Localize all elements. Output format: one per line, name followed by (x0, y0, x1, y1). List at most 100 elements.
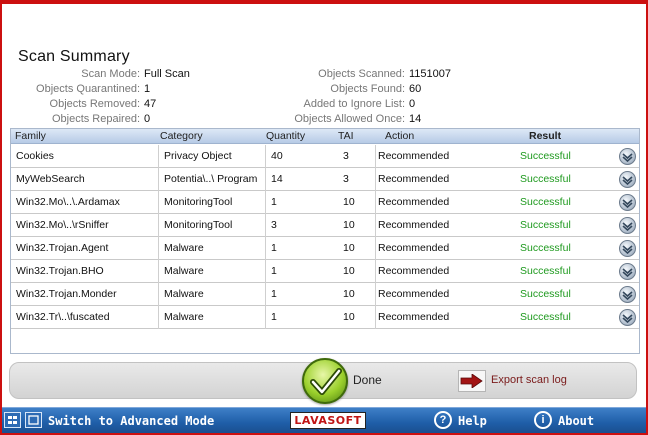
cell-category: MonitoringTool (164, 219, 233, 231)
cell-tai: 10 (343, 311, 355, 323)
stat-value: Full Scan (144, 68, 190, 80)
column-family[interactable]: Family (15, 130, 46, 142)
checkmark-icon (310, 368, 342, 395)
cell-action: Recommended (378, 196, 450, 208)
cell-category: Malware (164, 288, 204, 300)
single-view-icon[interactable] (25, 412, 42, 428)
cell-quantity: 14 (271, 173, 283, 185)
view-mode-icons[interactable] (4, 412, 42, 428)
cell-tai: 10 (343, 242, 355, 254)
table-row[interactable]: Win32.Tr\..\fuscated Malware 1 10 Recommende… (11, 306, 639, 329)
cell-action: Recommended (378, 288, 450, 300)
cell-family: Win32.Mo\..\.Ardamax (16, 196, 120, 208)
cell-category: Malware (164, 265, 204, 277)
column-tai[interactable]: TAI (338, 130, 354, 142)
page-title: Scan Summary (18, 48, 130, 65)
help-link[interactable]: Help (458, 414, 487, 428)
expand-row-icon[interactable] (619, 309, 636, 326)
cell-family: MyWebSearch (16, 173, 85, 185)
about-link[interactable]: About (558, 414, 594, 428)
stat-label: Objects Removed: (49, 98, 140, 110)
stat-value: 0 (144, 113, 151, 125)
column-divider (265, 214, 266, 237)
column-divider (375, 145, 376, 168)
stat-value: 0 (409, 98, 416, 110)
column-divider (375, 191, 376, 214)
switch-advanced-mode-link[interactable]: Switch to Advanced Mode (48, 414, 214, 428)
cell-result: Successful (520, 173, 571, 185)
stat-value: 14 (409, 113, 422, 125)
table-row[interactable]: Win32.Trojan.Agent Malware 1 10 Recommended S… (11, 237, 639, 260)
column-divider (375, 237, 376, 260)
expand-row-icon[interactable] (619, 194, 636, 211)
cell-tai: 3 (343, 150, 349, 162)
expand-row-icon[interactable] (619, 148, 636, 165)
help-icon[interactable]: ? (434, 411, 452, 429)
cell-family: Cookies (16, 150, 54, 162)
cell-category: MonitoringTool (164, 196, 233, 208)
cell-result: Successful (520, 196, 571, 208)
cell-family: Win32.Tr\..\fuscated (16, 311, 110, 323)
table-row[interactable]: Cookies Privacy Object 40 3 Recommended Succe… (11, 145, 639, 168)
cell-action: Recommended (378, 173, 450, 185)
column-action[interactable]: Action (385, 130, 414, 142)
cell-quantity: 3 (271, 219, 277, 231)
cell-quantity: 1 (271, 242, 277, 254)
expand-row-icon[interactable] (619, 240, 636, 257)
cell-result: Successful (520, 242, 571, 254)
column-quantity[interactable]: Quantity (266, 130, 305, 142)
column-divider (158, 260, 159, 283)
cell-family: Win32.Trojan.BHO (16, 265, 104, 277)
done-button[interactable] (302, 358, 348, 404)
column-divider (158, 306, 159, 329)
table-row[interactable]: Win32.Trojan.BHO Malware 1 10 Recommended Suc… (11, 260, 639, 283)
column-divider (158, 191, 159, 214)
stat-value: 1151007 (409, 68, 452, 80)
table-row[interactable]: Win32.Mo\..\rSniffer MonitoringTool 3 10 Rec… (11, 214, 639, 237)
column-divider (375, 306, 376, 329)
results-table: Family Category Quantity TAI Action Resu… (10, 128, 640, 354)
cell-tai: 10 (343, 219, 355, 231)
table-row[interactable]: Win32.Mo\..\.Ardamax MonitoringTool 1 10 Rec… (11, 191, 639, 214)
expand-row-icon[interactable] (619, 171, 636, 188)
export-log-link[interactable]: Export scan log (491, 374, 567, 386)
table-row[interactable]: MyWebSearch Potentia\..\ Program 14 3 Recomm… (11, 168, 639, 191)
column-divider (375, 214, 376, 237)
cell-result: Successful (520, 265, 571, 277)
bottom-bar: Switch to Advanced Mode LAVASOFT ? Help … (2, 407, 646, 433)
stat-label: Objects Found: (330, 83, 405, 95)
cell-quantity: 1 (271, 265, 277, 277)
cell-tai: 10 (343, 196, 355, 208)
cell-tai: 10 (343, 288, 355, 300)
cell-result: Successful (520, 311, 571, 323)
column-divider (375, 260, 376, 283)
cell-category: Privacy Object (164, 150, 232, 162)
expand-row-icon[interactable] (619, 286, 636, 303)
info-icon[interactable]: i (534, 411, 552, 429)
cell-result: Successful (520, 219, 571, 231)
column-divider (375, 283, 376, 306)
expand-row-icon[interactable] (619, 217, 636, 234)
export-log-button[interactable] (458, 370, 486, 392)
lavasoft-logo: LAVASOFT (290, 412, 366, 429)
stat-label: Scan Mode: (81, 68, 140, 80)
column-divider (265, 283, 266, 306)
done-label[interactable]: Done (353, 373, 382, 387)
column-divider (158, 145, 159, 168)
cell-action: Recommended (378, 150, 450, 162)
stat-value: 47 (144, 98, 157, 110)
column-result[interactable]: Result (529, 130, 561, 142)
cell-quantity: 1 (271, 288, 277, 300)
column-category[interactable]: Category (160, 130, 203, 142)
cell-action: Recommended (378, 265, 450, 277)
grid-view-icon[interactable] (4, 412, 21, 428)
cell-tai: 3 (343, 173, 349, 185)
column-divider (265, 168, 266, 191)
expand-row-icon[interactable] (619, 263, 636, 280)
cell-category: Potentia\..\ Program (164, 173, 258, 185)
table-row[interactable]: Win32.Trojan.Monder Malware 1 10 Recommended… (11, 283, 639, 306)
column-divider (265, 191, 266, 214)
column-divider (265, 306, 266, 329)
cell-action: Recommended (378, 242, 450, 254)
table-header: Family Category Quantity TAI Action Resu… (11, 129, 639, 144)
